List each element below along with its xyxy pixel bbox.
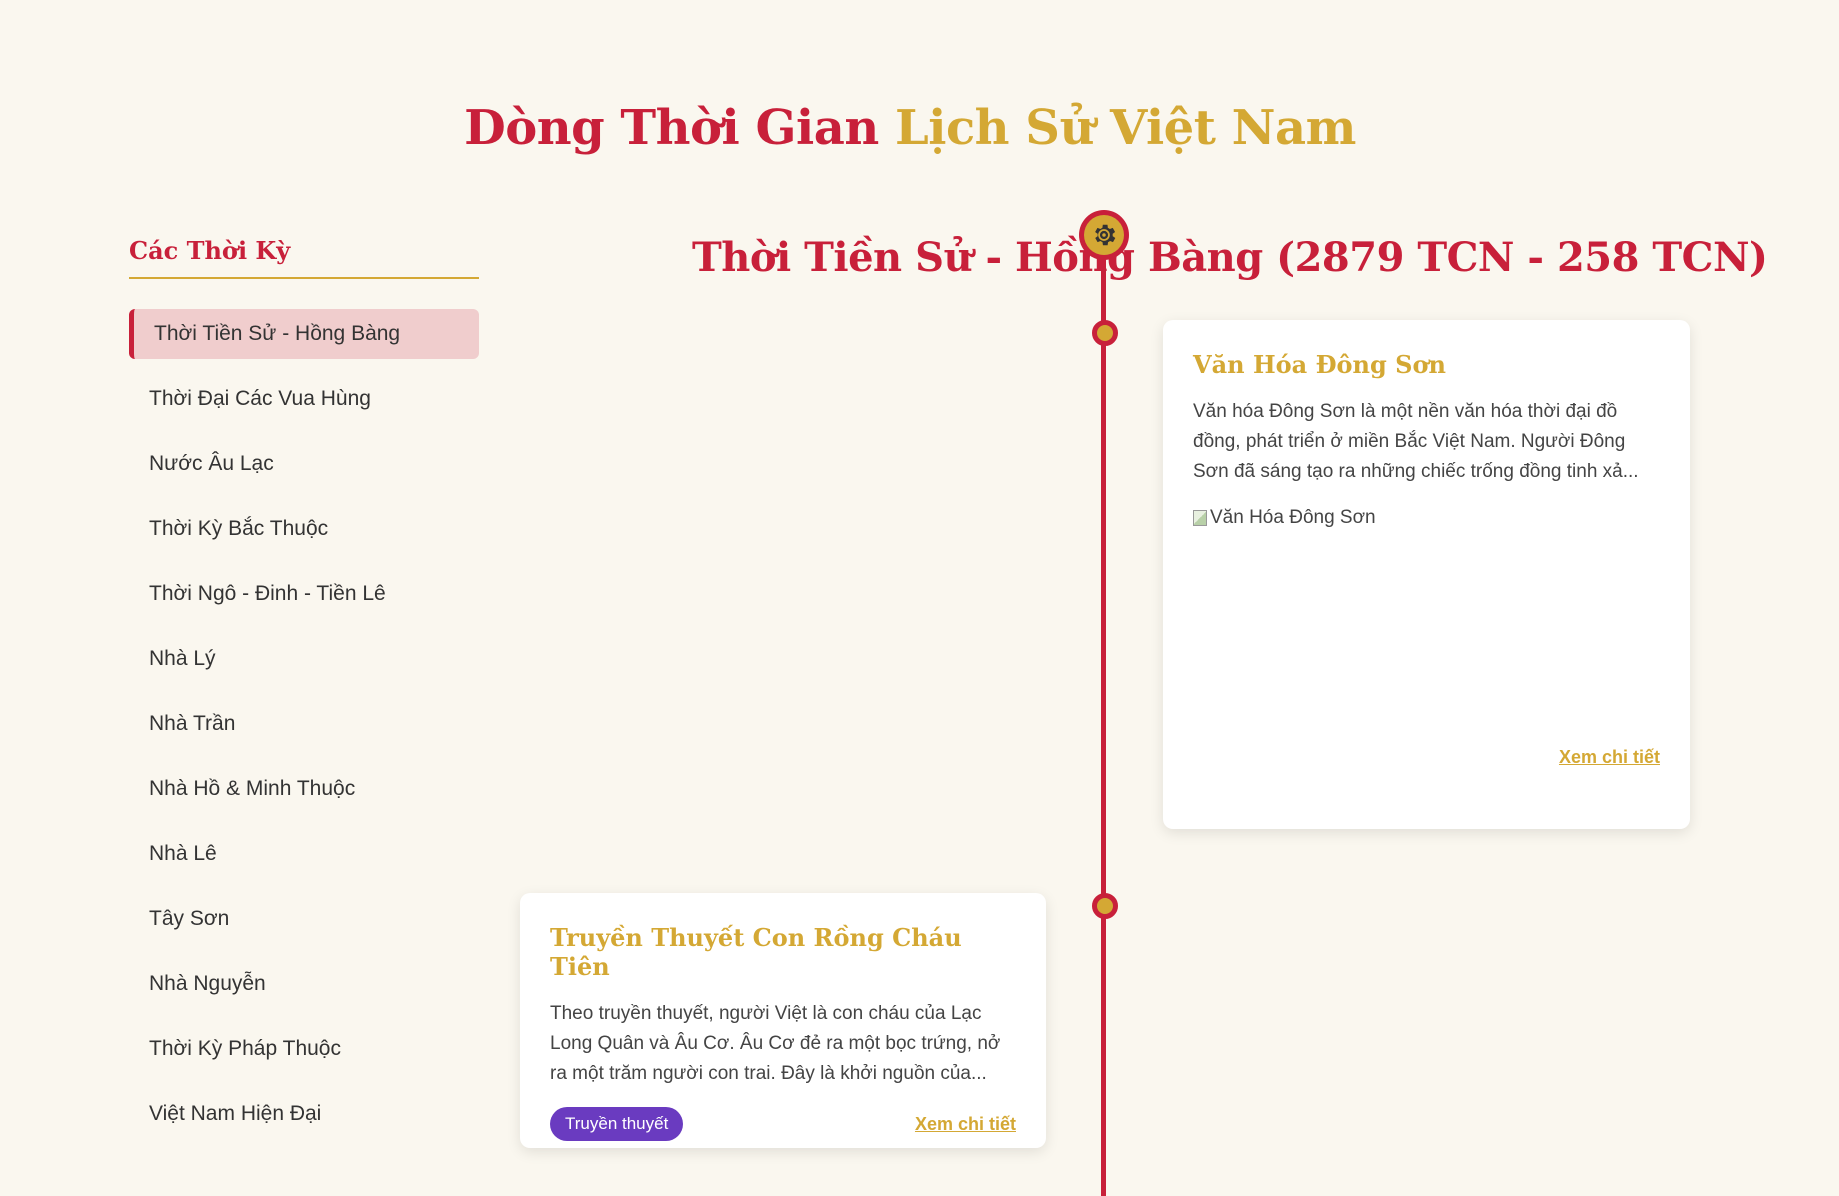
- sidebar-item-tay-son[interactable]: Tây Sơn: [129, 894, 479, 944]
- period-list: Thời Tiền Sử - Hồng Bàng Thời Đại Các Vu…: [129, 309, 479, 1139]
- sidebar-item-bac-thuoc[interactable]: Thời Kỳ Bắc Thuộc: [129, 504, 479, 554]
- read-more-link[interactable]: Xem chi tiết: [1559, 747, 1660, 768]
- sidebar-item-ngo-dinh-tien-le[interactable]: Thời Ngô - Đinh - Tiền Lê: [129, 569, 479, 619]
- timeline-dot: [1092, 320, 1118, 346]
- period-badge: [1079, 210, 1129, 260]
- sidebar-item-hien-dai[interactable]: Việt Nam Hiện Đại: [129, 1089, 479, 1139]
- category-tag: Truyền thuyết: [550, 1107, 684, 1141]
- event-card-dong-son: Văn Hóa Đông Sơn Văn hóa Đông Sơn là một…: [1163, 320, 1690, 829]
- timeline-dot: [1092, 893, 1118, 919]
- sidebar-item-nha-ho-minh-thuoc[interactable]: Nhà Hồ & Minh Thuộc: [129, 764, 479, 814]
- sidebar-item-nha-le[interactable]: Nhà Lê: [129, 829, 479, 879]
- sidebar-item-hong-bang[interactable]: Thời Tiền Sử - Hồng Bàng: [129, 309, 479, 359]
- page-title-part1: Dòng Thời Gian: [464, 100, 879, 156]
- image-alt-text: Văn Hóa Đông Sơn: [1210, 507, 1376, 528]
- event-title: Truyền Thuyết Con Rồng Cháu Tiên: [550, 923, 962, 981]
- page-title: Dòng Thời Gian Lịch Sử Việt Nam: [0, 100, 1820, 156]
- sidebar-item-nha-tran[interactable]: Nhà Trần: [129, 699, 479, 749]
- page-title-part2: Lịch Sử Việt Nam: [894, 100, 1356, 156]
- sidebar-item-vua-hung[interactable]: Thời Đại Các Vua Hùng: [129, 374, 479, 424]
- event-title: Văn Hóa Đông Sơn: [1193, 350, 1446, 379]
- period-title: Thời Tiền Sử - Hồng Bàng (2879 TCN - 258…: [692, 234, 1768, 281]
- sidebar-item-au-lac[interactable]: Nước Âu Lạc: [129, 439, 479, 489]
- read-more-link[interactable]: Xem chi tiết: [915, 1114, 1016, 1135]
- broken-image-icon: [1193, 510, 1207, 526]
- card-footer: Xem chi tiết: [1193, 747, 1660, 768]
- sidebar: Các Thời Kỳ Thời Tiền Sử - Hồng Bàng Thờ…: [129, 236, 479, 1154]
- sidebar-heading: Các Thời Kỳ: [129, 236, 479, 279]
- event-image: Văn Hóa Đông Sơn: [1193, 507, 1660, 747]
- sidebar-item-nha-nguyen[interactable]: Nhà Nguyễn: [129, 959, 479, 1009]
- event-description: Văn hóa Đông Sơn là một nền văn hóa thời…: [1193, 401, 1639, 482]
- event-description: Theo truyền thuyết, người Việt là con ch…: [550, 1003, 1001, 1084]
- card-footer: Truyền thuyết Xem chi tiết: [550, 1107, 1016, 1141]
- sidebar-item-nha-ly[interactable]: Nhà Lý: [129, 634, 479, 684]
- gear-icon: [1095, 224, 1116, 246]
- sidebar-item-phap-thuoc[interactable]: Thời Kỳ Pháp Thuộc: [129, 1024, 479, 1074]
- timeline-line: [1101, 232, 1106, 1196]
- event-card-con-rong-chau-tien: Truyền Thuyết Con Rồng Cháu Tiên Theo tr…: [520, 893, 1046, 1148]
